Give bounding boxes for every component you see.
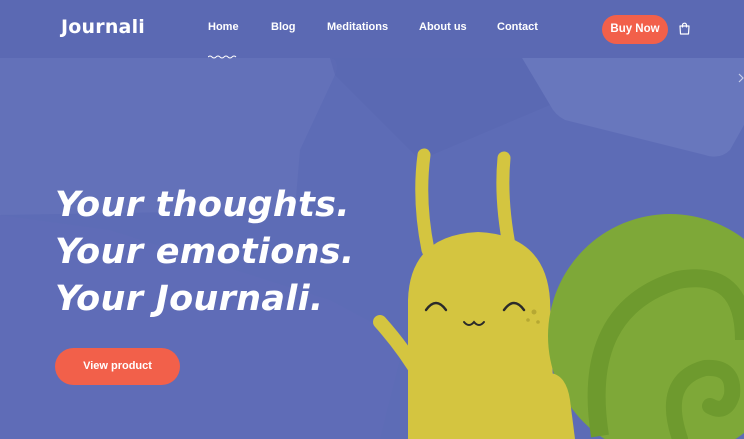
view-product-button[interactable]: View product <box>55 348 180 385</box>
hero-line-3: Your Journali. <box>55 279 324 319</box>
logo[interactable]: Journali <box>61 16 145 38</box>
nav-blog[interactable]: Blog <box>271 21 295 33</box>
shopping-bag-icon[interactable] <box>678 22 691 35</box>
hero-line-1: Your thoughts. <box>55 185 350 225</box>
nav-about-us[interactable]: About us <box>419 21 467 33</box>
nav-meditations[interactable]: Meditations <box>327 21 388 33</box>
snail-mascot-illustration <box>373 148 744 439</box>
nav-home[interactable]: Home <box>208 21 239 33</box>
carousel-arrow-icon[interactable] <box>738 70 744 86</box>
site-header: Journali Home Blog Meditations About us … <box>0 0 744 59</box>
hero-heading: Your thoughts. Your emotions. Your Journ… <box>55 182 355 323</box>
buy-now-button[interactable]: Buy Now <box>602 15 668 44</box>
nav-contact[interactable]: Contact <box>497 21 538 33</box>
active-wave-underline <box>208 55 237 59</box>
hero-line-2: Your emotions. <box>55 232 355 272</box>
page: Journali Home Blog Meditations About us … <box>0 0 744 439</box>
